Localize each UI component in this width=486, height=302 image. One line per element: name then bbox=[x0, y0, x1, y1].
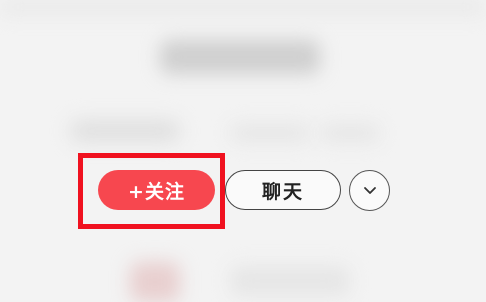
blurred-content bbox=[230, 266, 350, 296]
blurred-status-bar bbox=[0, 0, 486, 14]
blurred-stat bbox=[230, 124, 310, 142]
blurred-stat bbox=[320, 124, 380, 142]
more-button[interactable] bbox=[349, 170, 390, 211]
blurred-stat bbox=[70, 120, 180, 142]
chat-button[interactable]: 聊天 bbox=[225, 170, 341, 210]
blurred-content bbox=[130, 262, 180, 302]
chevron-down-icon bbox=[363, 186, 376, 194]
follow-button[interactable]: +关注 bbox=[98, 170, 215, 210]
chat-button-label: 聊天 bbox=[261, 180, 304, 203]
blurred-username bbox=[160, 40, 320, 74]
follow-button-label: +关注 bbox=[128, 180, 185, 203]
